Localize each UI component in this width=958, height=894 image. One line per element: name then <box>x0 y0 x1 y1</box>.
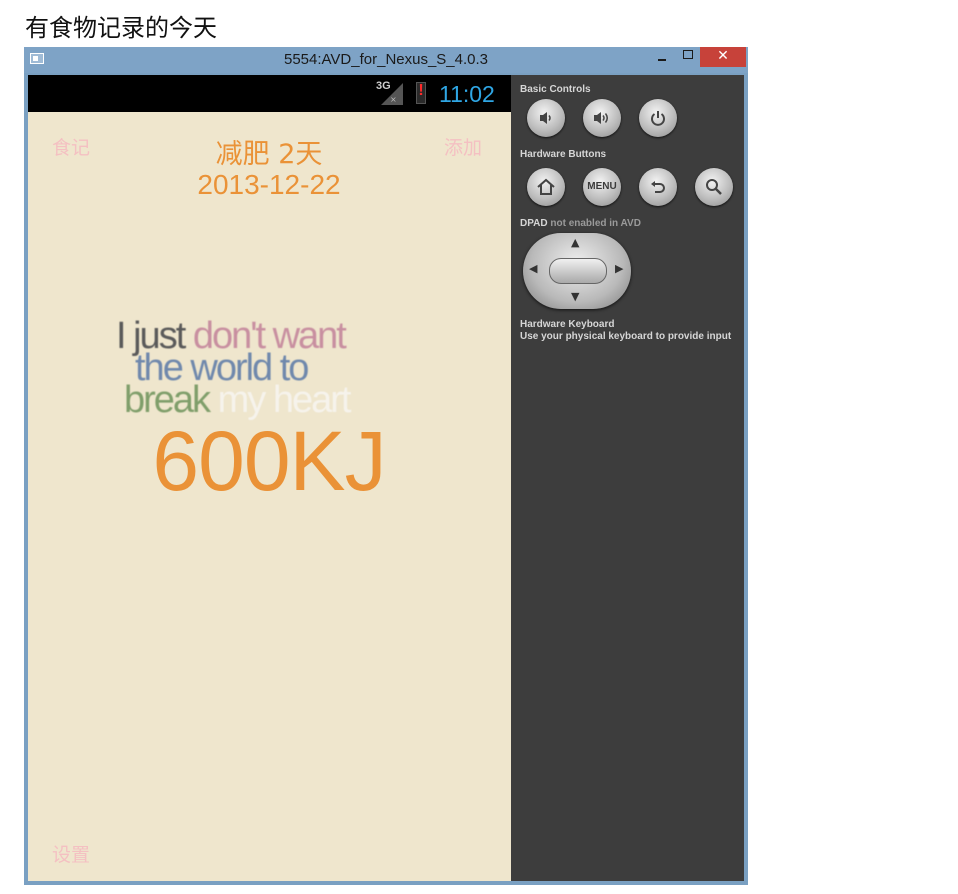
window-title: 5554:AVD_for_Nexus_S_4.0.3 <box>283 51 489 68</box>
food-log-link[interactable]: 食记 <box>52 133 90 160</box>
basic-controls-heading: Basic Controls <box>520 84 591 95</box>
energy-value: 600KJ <box>152 414 386 508</box>
dpad-heading: DPAD not enabled in AVD <box>520 218 641 229</box>
close-icon: ✕ <box>717 48 729 64</box>
dpad-up-icon[interactable]: ▲ <box>571 236 579 249</box>
dpad-down-icon[interactable]: ▼ <box>571 290 579 303</box>
diet-day-title: 减肥 2天 <box>215 139 323 170</box>
volume-up-icon <box>594 112 608 124</box>
dpad-left-icon[interactable]: ◀ <box>529 262 537 275</box>
volume-down-button[interactable] <box>527 99 565 137</box>
dpad-right-icon[interactable]: ▶ <box>615 262 623 275</box>
back-icon <box>651 181 665 193</box>
maximize-button[interactable] <box>676 47 700 67</box>
window-titlebar[interactable]: 5554:AVD_for_Nexus_S_4.0.3 ✕ <box>24 47 748 73</box>
battery-alert-icon <box>416 82 426 104</box>
hardware-buttons-heading: Hardware Buttons <box>520 149 607 160</box>
keyboard-info: Hardware Keyboard Use your physical keyb… <box>520 319 731 343</box>
home-icon <box>537 178 555 195</box>
keyboard-hint: Use your physical keyboard to provide in… <box>520 331 732 342</box>
document-caption: 有食物记录的今天 <box>25 14 217 42</box>
dpad-status: not enabled in AVD <box>550 218 641 229</box>
keyboard-heading: Hardware Keyboard <box>520 319 615 330</box>
emulator-window: 5554:AVD_for_Nexus_S_4.0.3 ✕ 3G × 11:02 … <box>24 47 748 885</box>
phone-screen: 3G × 11:02 食记 添加 减肥 2天 2013-12-22 I just… <box>28 75 511 881</box>
menu-button[interactable]: MENU <box>583 168 621 206</box>
volume-up-button[interactable] <box>583 99 621 137</box>
network-type: 3G <box>376 80 391 92</box>
power-icon <box>651 111 665 126</box>
no-data-indicator: × <box>390 95 397 104</box>
minimize-icon <box>658 59 666 61</box>
settings-link[interactable]: 设置 <box>52 840 90 867</box>
home-button[interactable] <box>527 168 565 206</box>
current-date: 2013-12-22 <box>197 169 341 200</box>
close-button[interactable]: ✕ <box>700 47 746 67</box>
dpad-control[interactable]: ▲ ▼ ◀ ▶ <box>523 233 631 309</box>
volume-down-icon <box>540 112 551 124</box>
back-button[interactable] <box>639 168 677 206</box>
dpad-center-button[interactable] <box>549 258 607 284</box>
minimize-button[interactable] <box>650 47 674 67</box>
search-button[interactable] <box>695 168 733 206</box>
menu-icon: MENU <box>587 181 617 192</box>
status-clock: 11:02 <box>439 81 495 107</box>
emulator-control-panel: Basic Controls Hardware Buttons MENU DPA… <box>511 75 744 881</box>
add-link[interactable]: 添加 <box>444 133 482 160</box>
maximize-icon <box>683 50 693 59</box>
status-bar: 3G × 11:02 <box>28 75 511 112</box>
dpad-label: DPAD <box>520 218 548 229</box>
search-icon <box>706 179 722 195</box>
power-button[interactable] <box>639 99 677 137</box>
